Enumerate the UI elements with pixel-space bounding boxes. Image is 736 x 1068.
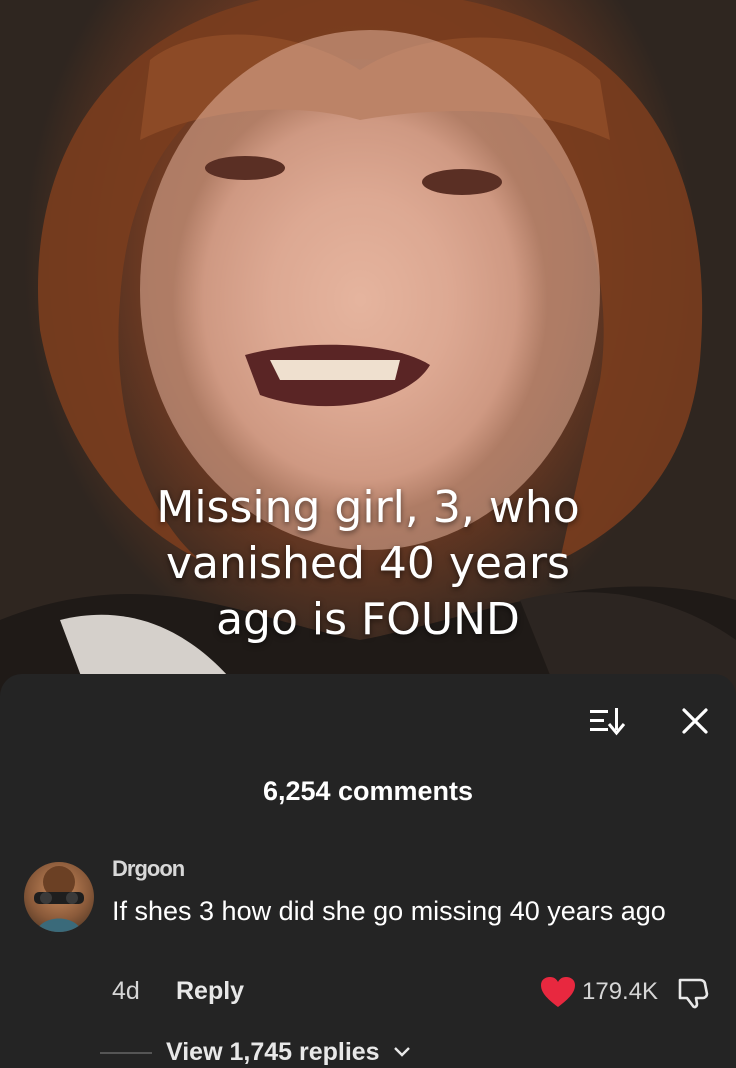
comment-count: 6,254 comments: [262, 776, 474, 806]
headline-line: Missing girl, 3, who: [156, 482, 580, 533]
post-headline: Missing girl, 3, who vanished 40 years a…: [0, 480, 736, 648]
sort-icon[interactable]: [588, 704, 628, 738]
comment-text: If shes 3 how did she go missing 40 year…: [112, 896, 666, 926]
comment-username[interactable]: Drgoon: [112, 856, 185, 882]
dislike-icon[interactable]: [676, 974, 712, 1010]
heart-icon[interactable]: [540, 976, 576, 1008]
replies-divider: [100, 1052, 152, 1054]
comment-age: 4d: [112, 977, 140, 1005]
chevron-down-icon[interactable]: [392, 1044, 412, 1060]
headline-line: ago is FOUND: [216, 594, 520, 645]
close-icon[interactable]: [678, 704, 712, 738]
reply-button[interactable]: Reply: [176, 977, 244, 1006]
avatar[interactable]: [24, 862, 94, 932]
like-count: 179.4K: [582, 978, 659, 1005]
view-replies-button[interactable]: View 1,745 replies: [166, 1038, 380, 1067]
headline-line: vanished 40 years: [166, 538, 570, 589]
